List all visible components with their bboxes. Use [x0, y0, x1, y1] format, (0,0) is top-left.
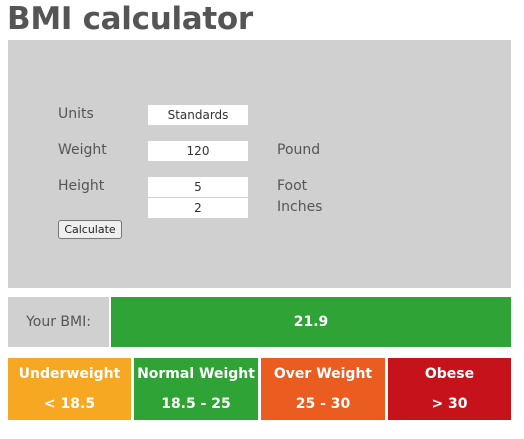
weight-input[interactable] — [148, 141, 248, 161]
height-label: Height — [58, 178, 105, 194]
weight-label: Weight — [58, 142, 107, 158]
category-range: 18.5 - 25 — [161, 396, 231, 412]
weight-unit-label: Pound — [277, 142, 321, 158]
calculate-button[interactable]: Calculate — [58, 220, 122, 239]
result-label: Your BMI: — [8, 297, 109, 347]
category-over-weight: Over Weight 25 - 30 — [261, 358, 385, 420]
height-feet-input[interactable] — [148, 177, 248, 197]
category-name: Underweight — [18, 366, 121, 382]
bmi-result-value: 21.9 — [111, 297, 511, 347]
category-range: 25 - 30 — [295, 396, 351, 412]
category-underweight: Underweight < 18.5 — [8, 358, 131, 420]
bmi-form-panel: Units Weight Pound Height Foot Inches Ca… — [8, 40, 511, 288]
category-obese: Obese > 30 — [388, 358, 511, 420]
category-range: < 18.5 — [43, 396, 96, 412]
category-range: > 30 — [431, 396, 468, 412]
category-name: Obese — [424, 366, 475, 382]
page-title: BMI calculator — [7, 1, 253, 37]
units-label: Units — [58, 106, 94, 122]
bmi-result-row: Your BMI: 21.9 — [8, 297, 511, 347]
category-normal-weight: Normal Weight 18.5 - 25 — [134, 358, 258, 420]
units-field[interactable] — [148, 105, 248, 125]
height-feet-unit-label: Foot — [277, 178, 308, 194]
height-inches-input[interactable] — [148, 198, 248, 218]
bmi-category-legend: Underweight < 18.5 Normal Weight 18.5 - … — [8, 358, 511, 420]
height-inches-unit-label: Inches — [277, 199, 323, 215]
category-name: Over Weight — [273, 366, 373, 382]
category-name: Normal Weight — [137, 366, 255, 382]
